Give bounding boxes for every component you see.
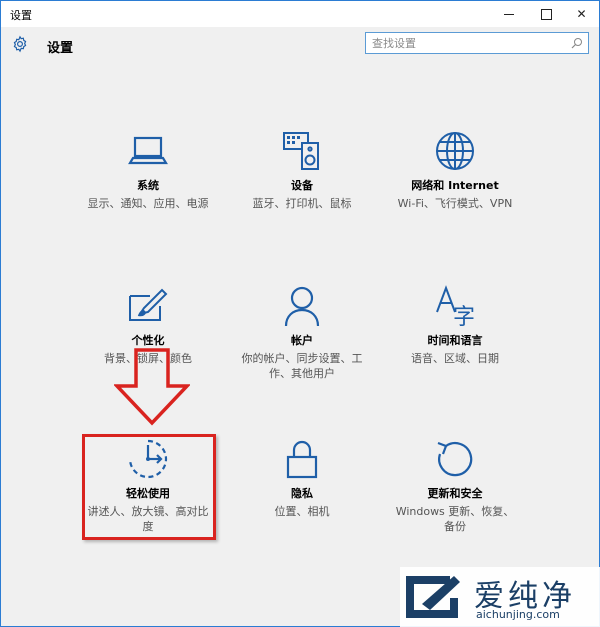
tile-privacy[interactable]: 隐私 位置、相机 [232, 437, 372, 557]
down-arrow-annotation [114, 348, 190, 426]
title-bar[interactable]: 设置 ✕ [1, 1, 599, 27]
highlight-box [82, 434, 216, 540]
tile-description: 语音、区域、日期 [411, 352, 499, 365]
close-icon: ✕ [576, 7, 587, 21]
laptop-icon [128, 136, 168, 165]
keyboard-speaker-icon [283, 132, 319, 170]
tile-description: Windows 更新、恢复、备份 [395, 505, 515, 533]
tile-network[interactable]: 网络和 Internet Wi-Fi、飞行模式、VPN [385, 129, 525, 249]
tile-title: 系统 [137, 179, 159, 192]
search-box[interactable] [365, 32, 589, 54]
tile-description: 蓝牙、打印机、鼠标 [252, 197, 352, 210]
maximize-button[interactable] [530, 1, 563, 27]
tile-system[interactable]: 系统 显示、通知、应用、电源 [78, 129, 218, 249]
tile-title: 更新和安全 [427, 487, 483, 500]
tile-title: 帐户 [291, 334, 313, 347]
window-title: 设置 [10, 9, 32, 22]
tile-title: 设备 [291, 179, 313, 192]
search-input[interactable] [372, 35, 562, 51]
globe-icon [436, 132, 474, 170]
language-icon: 字 [436, 285, 475, 328]
tile-time-language[interactable]: 字 时间和语言 语音、区域、日期 [385, 284, 525, 404]
minimize-icon [503, 14, 514, 15]
tile-description: 显示、通知、应用、电源 [87, 197, 209, 210]
paint-brush-icon [129, 288, 168, 321]
watermark: 爱纯净 aichunjing.com [400, 567, 600, 627]
minimize-button[interactable] [492, 1, 525, 27]
page-title: 设置 [47, 41, 74, 56]
tile-description: 你的帐户、同步设置、工作、其他用户 [241, 352, 363, 380]
settings-window: 设置 ✕ 设置 系统 显示、通知、应用、电源 [0, 0, 600, 627]
person-icon [284, 286, 320, 327]
close-button[interactable]: ✕ [565, 1, 598, 27]
tile-devices[interactable]: 设备 蓝牙、打印机、鼠标 [232, 129, 372, 249]
tile-accounts[interactable]: 帐户 你的帐户、同步设置、工作、其他用户 [232, 284, 372, 404]
tile-title: 网络和 Internet [411, 179, 499, 192]
tile-description: Wi-Fi、飞行模式、VPN [397, 197, 513, 210]
svg-text:字: 字 [453, 305, 475, 328]
lock-icon [286, 440, 318, 479]
maximize-icon [541, 9, 552, 20]
search-icon[interactable] [571, 37, 583, 49]
watermark-url: aichunjing.com [476, 608, 560, 621]
refresh-icon [437, 441, 473, 477]
tile-title: 个性化 [131, 334, 165, 347]
gear-icon [13, 35, 27, 53]
tile-title: 隐私 [291, 487, 313, 500]
tile-title: 时间和语言 [427, 334, 483, 347]
tile-description: 位置、相机 [274, 505, 330, 518]
tile-update-security[interactable]: 更新和安全 Windows 更新、恢复、备份 [385, 437, 525, 557]
watermark-logo-icon [406, 576, 460, 618]
